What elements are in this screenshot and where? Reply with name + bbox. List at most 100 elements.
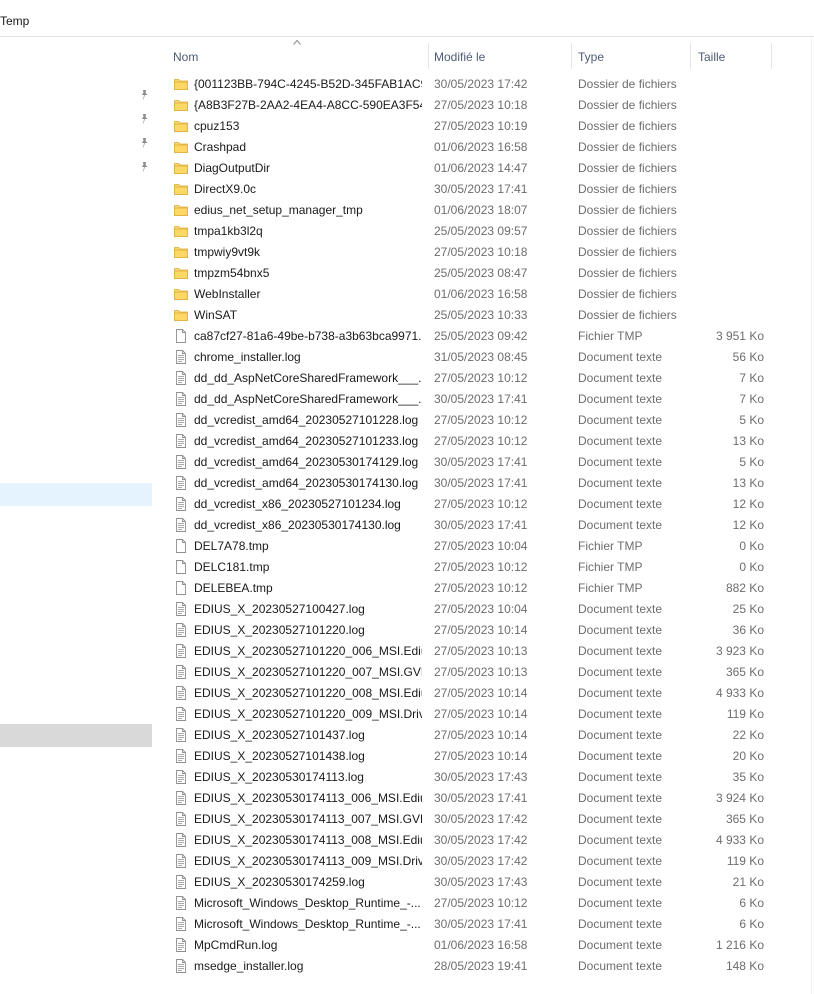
column-separator[interactable] — [771, 43, 772, 69]
file-row[interactable]: EDIUS_X_20230530174113_006_MSI.Edius.I..… — [152, 788, 814, 809]
file-row[interactable]: EDIUS_X_20230527101220_007_MSI.GVLic... 2… — [152, 662, 814, 683]
file-size: 119 Ko — [726, 854, 764, 868]
file-size: 119 Ko — [726, 707, 764, 721]
folder-row[interactable]: Crashpad 01/06/2023 16:58 Dossier de fichi… — [152, 137, 814, 158]
file-list-pane[interactable]: Nom Modifié le Type Taille {001123BB-794… — [152, 37, 814, 994]
column-separator[interactable] — [690, 43, 691, 69]
pin-icon[interactable] — [138, 161, 150, 173]
file-modified-date: 27/05/2023 10:12 — [434, 371, 528, 385]
file-row[interactable]: EDIUS_X_20230527101220.log 27/05/2023 10:… — [152, 620, 814, 641]
file-row[interactable]: dd_dd_AspNetCoreSharedFramework___... 27/… — [152, 368, 814, 389]
breadcrumb-current-folder[interactable]: Temp — [0, 14, 29, 28]
folder-row[interactable]: WinSAT 25/05/2023 10:33 Dossier de fichier… — [152, 305, 814, 326]
file-name: DELEBEA.tmp — [194, 581, 273, 595]
folder-row[interactable]: DiagOutputDir 01/06/2023 14:47 Dossier de … — [152, 158, 814, 179]
folder-row[interactable]: {A8B3F27B-2AA2-4EA4-A8CC-590EA3F54... 27/… — [152, 95, 814, 116]
file-row[interactable]: EDIUS_X_20230527101437.log 27/05/2023 10:… — [152, 725, 814, 746]
nav-item-selected[interactable] — [0, 724, 152, 747]
file-name: WebInstaller — [194, 287, 261, 301]
file-size: 3 951 Ko — [715, 329, 764, 343]
file-type: Document texte — [578, 413, 663, 427]
file-modified-date: 25/05/2023 09:57 — [434, 224, 528, 238]
navigation-pane[interactable] — [0, 37, 152, 994]
file-row[interactable]: EDIUS_X_20230527101220_009_MSI.Driver...… — [152, 704, 814, 725]
file-row[interactable]: Microsoft_Windows_Desktop_Runtime_-... 27… — [152, 893, 814, 914]
text-document-icon — [174, 497, 188, 511]
file-name: MpCmdRun.log — [194, 938, 278, 952]
nav-item-hover[interactable] — [0, 483, 152, 506]
file-type: Dossier de fichiers — [578, 119, 677, 133]
file-row[interactable]: dd_vcredist_amd64_20230527101233.log 27/0… — [152, 431, 814, 452]
file-name: WinSAT — [194, 308, 238, 322]
file-name: EDIUS_X_20230527100427.log — [194, 602, 365, 616]
text-document-icon — [174, 602, 188, 616]
file-icon — [174, 560, 188, 574]
file-row[interactable]: DELEBEA.tmp 27/05/2023 10:12 Fichier TMP 88… — [152, 578, 814, 599]
file-type: Document texte — [578, 791, 663, 805]
file-row[interactable]: dd_vcredist_amd64_20230530174130.log 30/0… — [152, 473, 814, 494]
folder-row[interactable]: edius_net_setup_manager_tmp 01/06/2023 18… — [152, 200, 814, 221]
file-row[interactable]: DELC181.tmp 27/05/2023 10:12 Fichier TMP 0 … — [152, 557, 814, 578]
file-modified-date: 27/05/2023 10:04 — [434, 602, 528, 616]
column-separator[interactable] — [571, 43, 572, 69]
file-row[interactable]: dd_vcredist_amd64_20230527101228.log 27/0… — [152, 410, 814, 431]
column-header-size[interactable]: Taille — [694, 47, 770, 67]
file-row[interactable]: dd_vcredist_x86_20230527101234.log 27/05/… — [152, 494, 814, 515]
pin-icon[interactable] — [138, 113, 150, 125]
text-document-icon — [174, 350, 188, 364]
file-row[interactable]: DEL7A78.tmp 27/05/2023 10:04 Fichier TMP 0 … — [152, 536, 814, 557]
file-type: Dossier de fichiers — [578, 266, 677, 280]
file-type: Document texte — [578, 938, 663, 952]
file-row[interactable]: EDIUS_X_20230530174113.log 30/05/2023 17:… — [152, 767, 814, 788]
file-modified-date: 27/05/2023 10:13 — [434, 665, 528, 679]
file-modified-date: 30/05/2023 17:43 — [434, 770, 528, 784]
file-row[interactable]: MpCmdRun.log 01/06/2023 16:58 Document tex… — [152, 935, 814, 956]
text-document-icon — [174, 896, 188, 910]
file-modified-date: 27/05/2023 10:18 — [434, 98, 528, 112]
folder-row[interactable]: WebInstaller 01/06/2023 16:58 Dossier de f… — [152, 284, 814, 305]
file-type: Dossier de fichiers — [578, 77, 677, 91]
file-size: 0 Ko — [739, 539, 764, 553]
file-row[interactable]: chrome_installer.log 31/05/2023 08:45 Docu… — [152, 347, 814, 368]
file-modified-date: 27/05/2023 10:14 — [434, 686, 528, 700]
file-row[interactable]: EDIUS_X_20230527101438.log 27/05/2023 10:… — [152, 746, 814, 767]
file-modified-date: 27/05/2023 10:12 — [434, 896, 528, 910]
address-bar[interactable]: Temp — [0, 8, 814, 37]
folder-row[interactable]: tmpwiy9vt9k 27/05/2023 10:18 Dossier de fi… — [152, 242, 814, 263]
file-row[interactable]: EDIUS_X_20230530174259.log 30/05/2023 17:… — [152, 872, 814, 893]
file-type: Dossier de fichiers — [578, 308, 677, 322]
pin-icon[interactable] — [138, 89, 150, 101]
file-type: Dossier de fichiers — [578, 140, 677, 154]
file-row[interactable]: EDIUS_X_20230530174113_009_MSI.Driver...… — [152, 851, 814, 872]
column-header-name[interactable]: Nom — [169, 47, 427, 67]
file-row[interactable]: msedge_installer.log 28/05/2023 19:41 Docu… — [152, 956, 814, 977]
file-row[interactable]: Microsoft_Windows_Desktop_Runtime_-... 30… — [152, 914, 814, 935]
file-row[interactable]: EDIUS_X_20230530174113_008_MSI.Edius... 3… — [152, 830, 814, 851]
folder-row[interactable]: tmpa1kb3l2q 25/05/2023 09:57 Dossier de fi… — [152, 221, 814, 242]
folder-row[interactable]: tmpzm54bnx5 25/05/2023 08:47 Dossier de fi… — [152, 263, 814, 284]
folder-row[interactable]: DirectX9.0c 30/05/2023 17:41 Dossier de fi… — [152, 179, 814, 200]
file-type: Document texte — [578, 497, 663, 511]
pin-icon[interactable] — [138, 137, 150, 149]
file-modified-date: 30/05/2023 17:41 — [434, 182, 528, 196]
file-modified-date: 30/05/2023 17:42 — [434, 833, 528, 847]
folder-row[interactable]: {001123BB-794C-4245-B52D-345FAB1AC9... 30… — [152, 74, 814, 95]
file-row[interactable]: dd_vcredist_amd64_20230530174129.log 30/0… — [152, 452, 814, 473]
column-separator[interactable] — [428, 43, 429, 69]
file-row[interactable]: dd_dd_AspNetCoreSharedFramework___... 30/… — [152, 389, 814, 410]
text-document-icon — [174, 707, 188, 721]
file-name: chrome_installer.log — [194, 350, 301, 364]
column-header-modified[interactable]: Modifié le — [430, 47, 570, 67]
file-row[interactable]: EDIUS_X_20230527101220_008_MSI.Edius... 2… — [152, 683, 814, 704]
file-size: 13 Ko — [732, 434, 764, 448]
file-type: Document texte — [578, 350, 663, 364]
file-row[interactable]: dd_vcredist_x86_20230530174130.log 30/05/… — [152, 515, 814, 536]
column-header-type[interactable]: Type — [574, 47, 690, 67]
folder-row[interactable]: cpuz153 27/05/2023 10:19 Dossier de fichie… — [152, 116, 814, 137]
file-row[interactable]: EDIUS_X_20230527101220_006_MSI.Edius.I..… — [152, 641, 814, 662]
folder-icon — [174, 308, 188, 322]
file-row[interactable]: EDIUS_X_20230530174113_007_MSI.GVLic... 3… — [152, 809, 814, 830]
file-row[interactable]: EDIUS_X_20230527100427.log 27/05/2023 10:… — [152, 599, 814, 620]
folder-icon — [174, 98, 188, 112]
file-row[interactable]: ca87cf27-81a6-49be-b738-a3b63bca9971....… — [152, 326, 814, 347]
